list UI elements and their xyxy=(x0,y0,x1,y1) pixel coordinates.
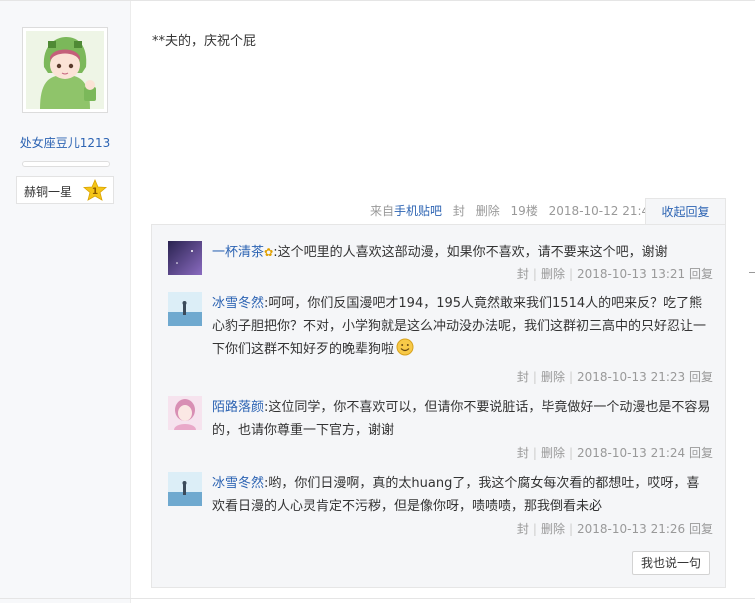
reply-time: 2018-10-13 21:24 xyxy=(577,446,686,460)
flower-icon: ✿ xyxy=(264,246,274,259)
reply-list: 一杯清茶✿:这个吧里的人喜欢这部动漫，如果你不喜欢，请不要来这个吧，谢谢 封 | 删… xyxy=(151,224,726,588)
reply-item: 冰雪冬然:呵呵，你们反国漫吧才194，195人竟然敢来我们1514人的吧来反？吃… xyxy=(168,292,713,384)
level-badge[interactable]: 赫铜一星 1 xyxy=(16,176,114,204)
block-link[interactable]: 封 xyxy=(453,204,465,218)
level-progress-bar xyxy=(22,161,110,167)
reply-meta: 封 | 删除 | 2018-10-13 21:24 回复 xyxy=(516,446,713,460)
reply-username[interactable]: 冰雪冬然 xyxy=(212,296,264,311)
reply-meta: 封 | 删除 | 2018-10-13 21:23 回复 xyxy=(516,370,713,384)
reply-content: 这个吧里的人喜欢这部动漫，如果你不喜欢，请不要来这个吧，谢谢 xyxy=(277,245,668,260)
reply-username[interactable]: 陌路落颜 xyxy=(212,400,264,415)
post-content: **夫的，庆祝个屁 xyxy=(152,34,257,49)
reply-item: 陌路落颜:这位同学，你不喜欢可以，但请你不要说脏话，毕竟做好一个动漫也是不容易的… xyxy=(168,396,713,460)
reply-block-link[interactable]: 封 xyxy=(517,446,529,460)
reply-item: 一杯清茶✿:这个吧里的人喜欢这部动漫，如果你不喜欢，请不要来这个吧，谢谢 封 | 删… xyxy=(168,241,713,281)
reply-content: 这位同学，你不喜欢可以，但请你不要说脏话，毕竟做好一个动漫也是不容易的，也请你尊… xyxy=(212,400,711,438)
reply-username[interactable]: 冰雪冬然 xyxy=(212,476,264,491)
reply-block-link[interactable]: 封 xyxy=(517,370,529,384)
reply-reply-link[interactable]: 回复 xyxy=(689,370,713,384)
reply-meta: 封 | 删除 | 2018-10-13 13:21 回复 xyxy=(516,267,713,281)
reply-time: 2018-10-13 13:21 xyxy=(577,267,686,281)
smile-emoji-icon xyxy=(396,338,414,356)
reply-reply-link[interactable]: 回复 xyxy=(689,267,713,281)
reply-text: 一杯清茶✿:这个吧里的人喜欢这部动漫，如果你不喜欢，请不要来这个吧，谢谢 xyxy=(212,241,712,264)
reply-time: 2018-10-13 21:26 xyxy=(577,522,686,536)
scroll-edge-marker xyxy=(749,272,755,273)
reply-content: 哟，你们日漫啊，真的太huang了，我这个腐女每次看的都想吐，哎呀，喜欢看日漫的… xyxy=(212,476,700,514)
reply-delete-link[interactable]: 删除 xyxy=(541,370,565,384)
reply-block-link[interactable]: 封 xyxy=(517,522,529,536)
tail-from: 来自手机贴吧 xyxy=(370,204,442,218)
reply-avatar[interactable] xyxy=(168,472,202,506)
reply-text: 陌路落颜:这位同学，你不喜欢可以，但请你不要说脏话，毕竟做好一个动漫也是不容易的… xyxy=(212,396,712,442)
post-tail: 来自手机贴吧 封 删除 19楼 2018-10-12 21:45 xyxy=(370,203,664,219)
author-sidebar: 处女座豆儿1213 赫铜一星 1 xyxy=(0,1,131,603)
reply-avatar[interactable] xyxy=(168,241,202,275)
say-something-button[interactable]: 我也说一句 xyxy=(632,551,710,575)
tail-from-prefix: 来自 xyxy=(370,204,395,218)
reply-content: 呵呵，你们反国漫吧才194，195人竟然敢来我们1514人的吧来反？吃了熊心豹子… xyxy=(212,296,707,357)
floor-number: 19楼 xyxy=(510,204,538,218)
delete-link[interactable]: 删除 xyxy=(476,204,500,218)
reply-meta: 封 | 删除 | 2018-10-13 21:26 回复 xyxy=(516,522,713,536)
avatar-image xyxy=(26,31,104,109)
reply-text: 冰雪冬然:哟，你们日漫啊，真的太huang了，我这个腐女每次看的都想吐，哎呀，喜… xyxy=(212,472,712,518)
reply-reply-link[interactable]: 回复 xyxy=(689,446,713,460)
reply-avatar[interactable] xyxy=(168,292,202,326)
reply-time: 2018-10-13 21:23 xyxy=(577,370,686,384)
author-avatar[interactable] xyxy=(22,27,108,113)
reply-delete-link[interactable]: 删除 xyxy=(541,267,565,281)
post-time: 2018-10-12 21:45 xyxy=(548,204,657,218)
reply-text: 冰雪冬然:呵呵，你们反国漫吧才194，195人竟然敢来我们1514人的吧来反？吃… xyxy=(212,292,712,361)
reply-item: 冰雪冬然:哟，你们日漫啊，真的太huang了，我这个腐女每次看的都想吐，哎呀，喜… xyxy=(168,472,713,536)
collapse-replies-tab[interactable]: 收起回复 xyxy=(645,198,726,225)
level-star-icon: 1 xyxy=(83,179,107,201)
level-number: 1 xyxy=(92,187,98,197)
reply-username[interactable]: 一杯清茶 xyxy=(212,245,264,260)
level-name: 赫铜一星 xyxy=(24,185,73,199)
author-username[interactable]: 处女座豆儿1213 xyxy=(0,134,130,151)
mobile-tieba-link[interactable]: 手机贴吧 xyxy=(394,204,442,218)
bottom-divider xyxy=(0,598,755,599)
reply-avatar[interactable] xyxy=(168,396,202,430)
reply-delete-link[interactable]: 删除 xyxy=(541,446,565,460)
reply-reply-link[interactable]: 回复 xyxy=(689,522,713,536)
reply-block-link[interactable]: 封 xyxy=(517,267,529,281)
reply-delete-link[interactable]: 删除 xyxy=(541,522,565,536)
